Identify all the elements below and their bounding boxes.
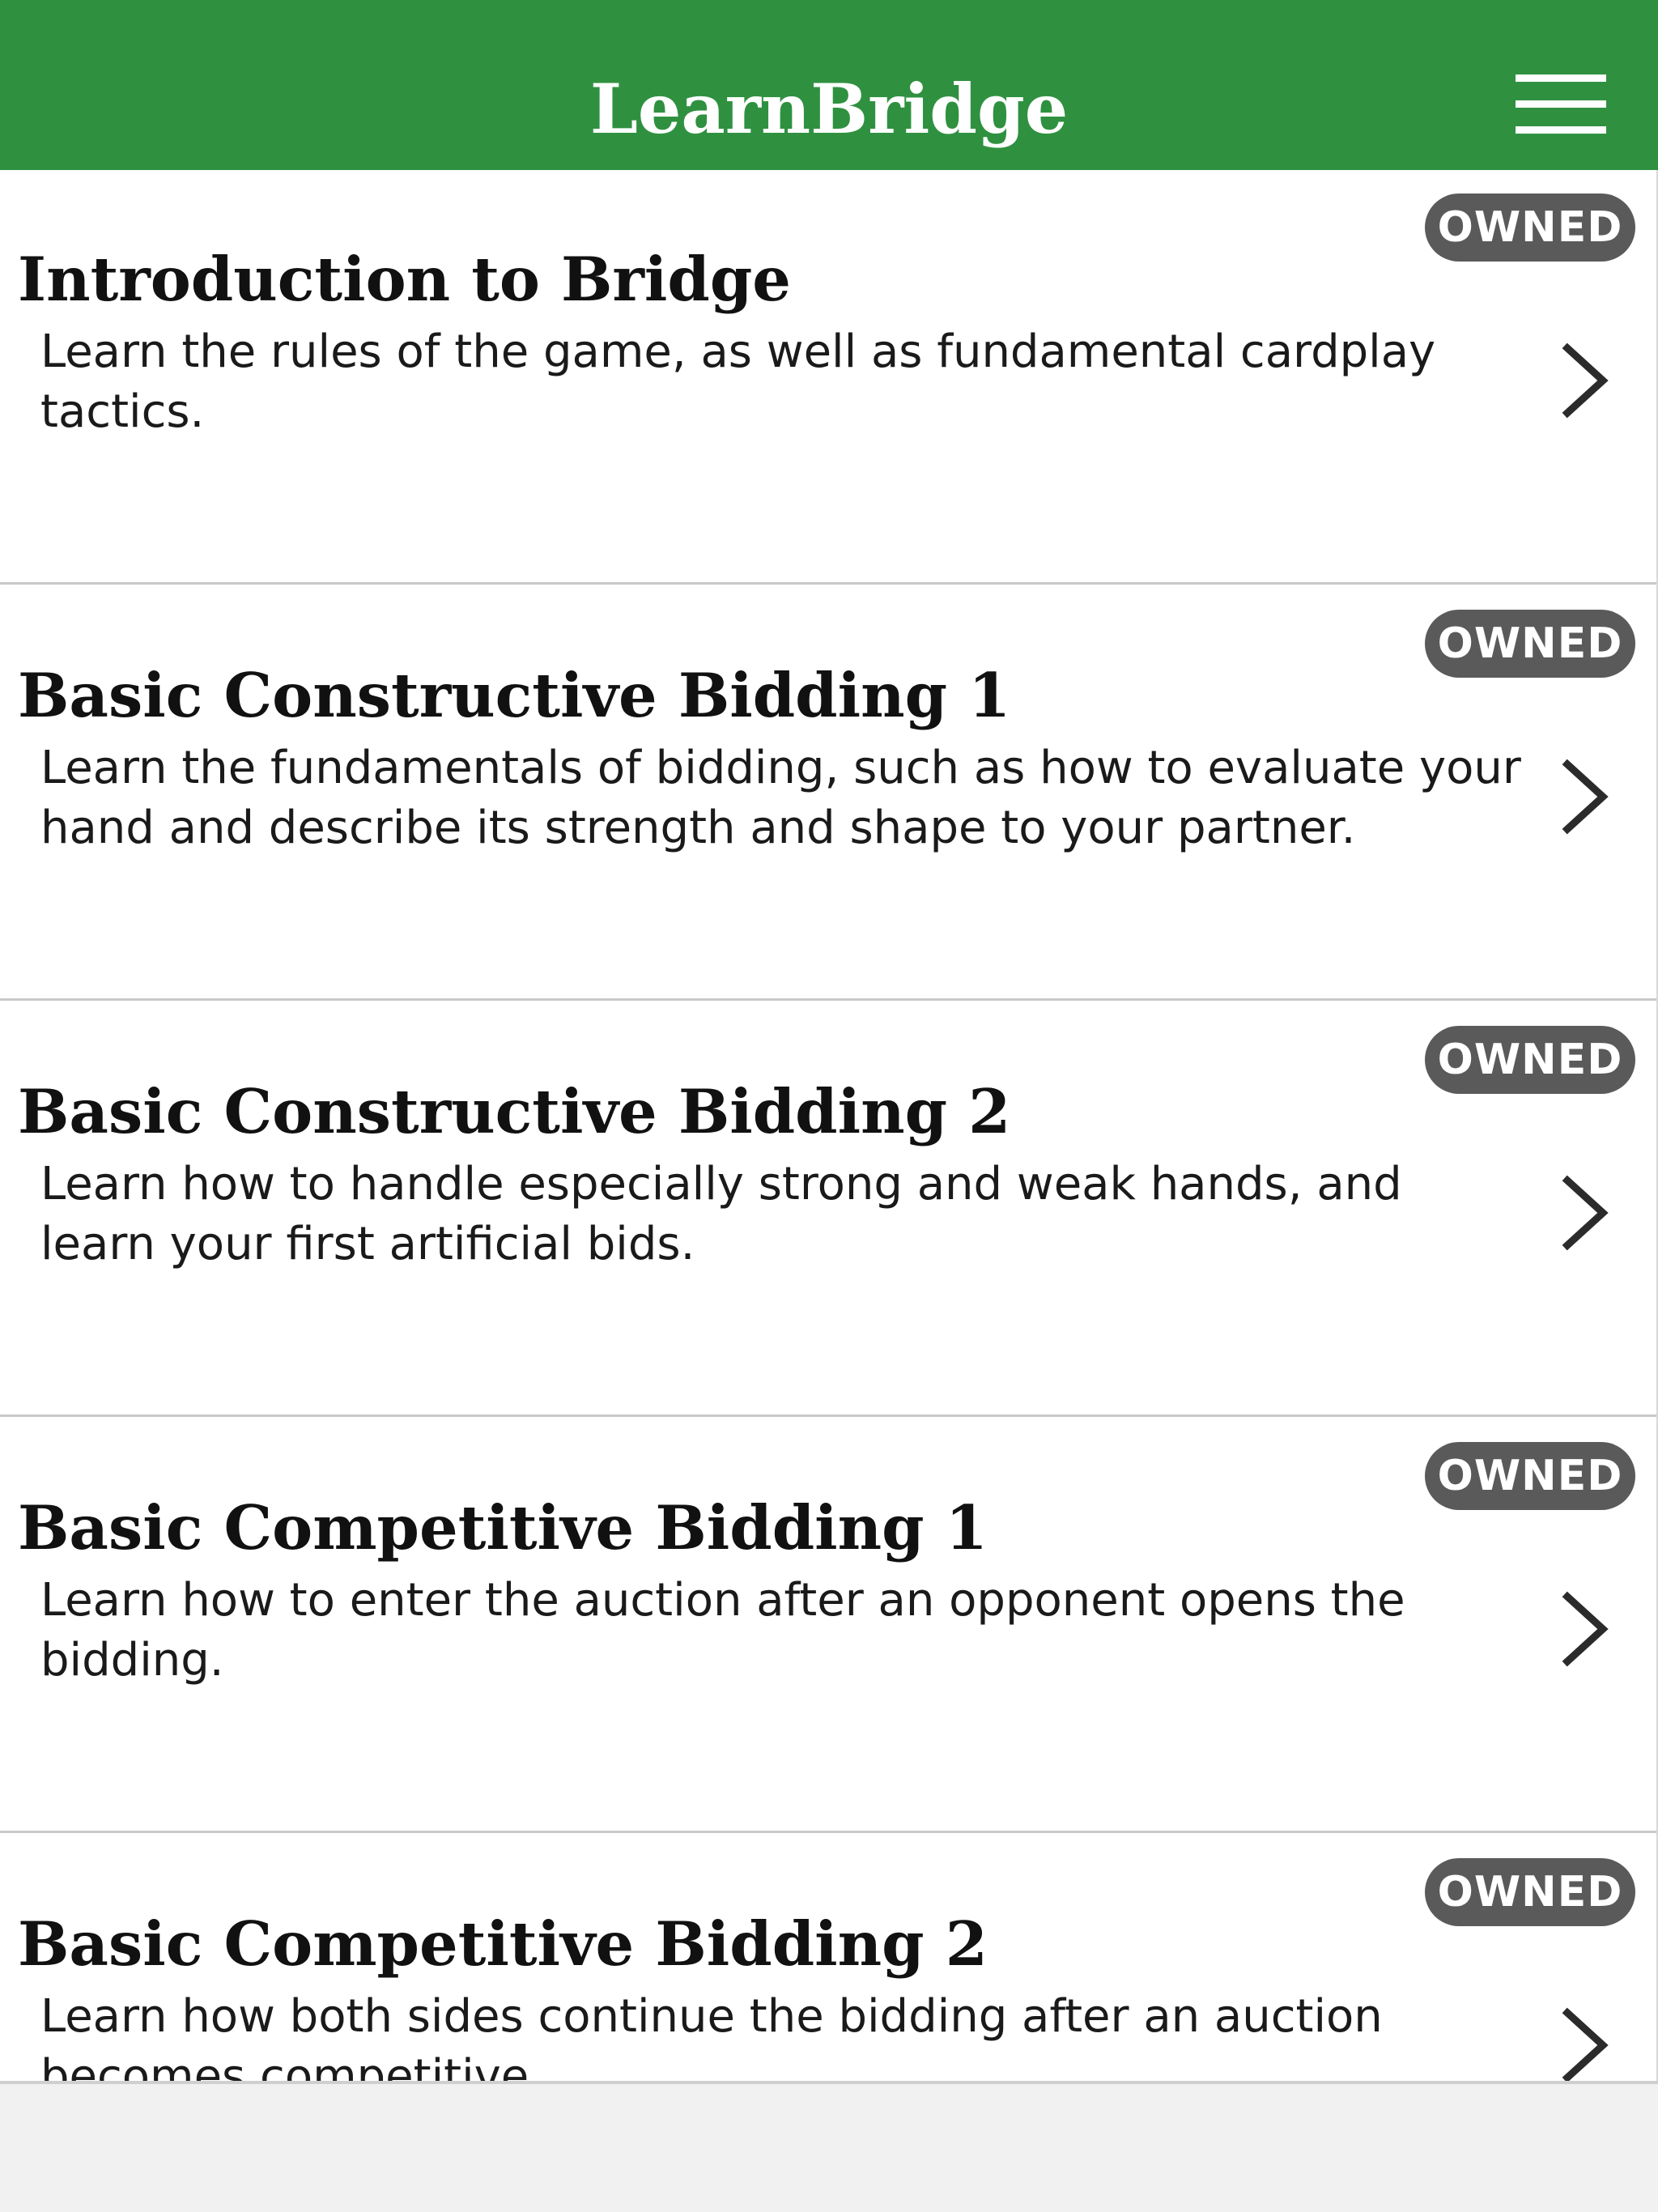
course-title: Basic Constructive Bidding 2 [18,1076,1011,1147]
course-description: Learn the rules of the game, as well as … [40,325,1436,438]
course-item-basic-competitive-bidding-1[interactable]: OWNED Basic Competitive Bidding 1 Learn … [0,1419,1656,1833]
course-title: Basic Competitive Bidding 1 [18,1492,988,1563]
chevron-right-icon[interactable] [1554,340,1619,421]
app-header: LearnBridge [0,0,1658,170]
course-description: Learn the fundamentals of bidding, such … [40,742,1521,854]
chevron-right-icon[interactable] [1554,2005,1619,2081]
course-title: Basic Constructive Bidding 1 [18,660,1011,731]
owned-badge: OWNED [1425,1858,1635,1926]
course-item-basic-constructive-bidding-2[interactable]: OWNED Basic Constructive Bidding 2 Learn… [0,1002,1656,1417]
course-item-basic-competitive-bidding-2[interactable]: OWNED Basic Competitive Bidding 2 Learn … [0,1835,1656,2081]
menu-button[interactable] [1512,70,1609,143]
course-item-introduction-to-bridge[interactable]: OWNED Introduction to Bridge Learn the r… [0,170,1656,585]
owned-badge: OWNED [1425,610,1635,678]
course-description: Learn how to handle especially strong an… [40,1158,1402,1270]
app-title: LearnBridge [589,69,1069,149]
course-item-basic-constructive-bidding-1[interactable]: OWNED Basic Constructive Bidding 1 Learn… [0,586,1656,1001]
course-description: Learn how both sides continue the biddin… [40,1990,1383,2081]
owned-badge: OWNED [1425,194,1635,262]
hamburger-menu-icon [1516,74,1606,134]
chevron-right-icon[interactable] [1554,756,1619,837]
bottom-bar [0,2081,1658,2212]
course-title: Introduction to Bridge [18,244,792,315]
chevron-right-icon[interactable] [1554,1172,1619,1253]
chevron-right-icon[interactable] [1554,1589,1619,1670]
owned-badge: OWNED [1425,1442,1635,1510]
course-list: OWNED Introduction to Bridge Learn the r… [0,170,1658,2081]
owned-badge: OWNED [1425,1026,1635,1094]
course-description: Learn how to enter the auction after an … [40,1574,1405,1687]
course-title: Basic Competitive Bidding 2 [18,1908,988,1980]
